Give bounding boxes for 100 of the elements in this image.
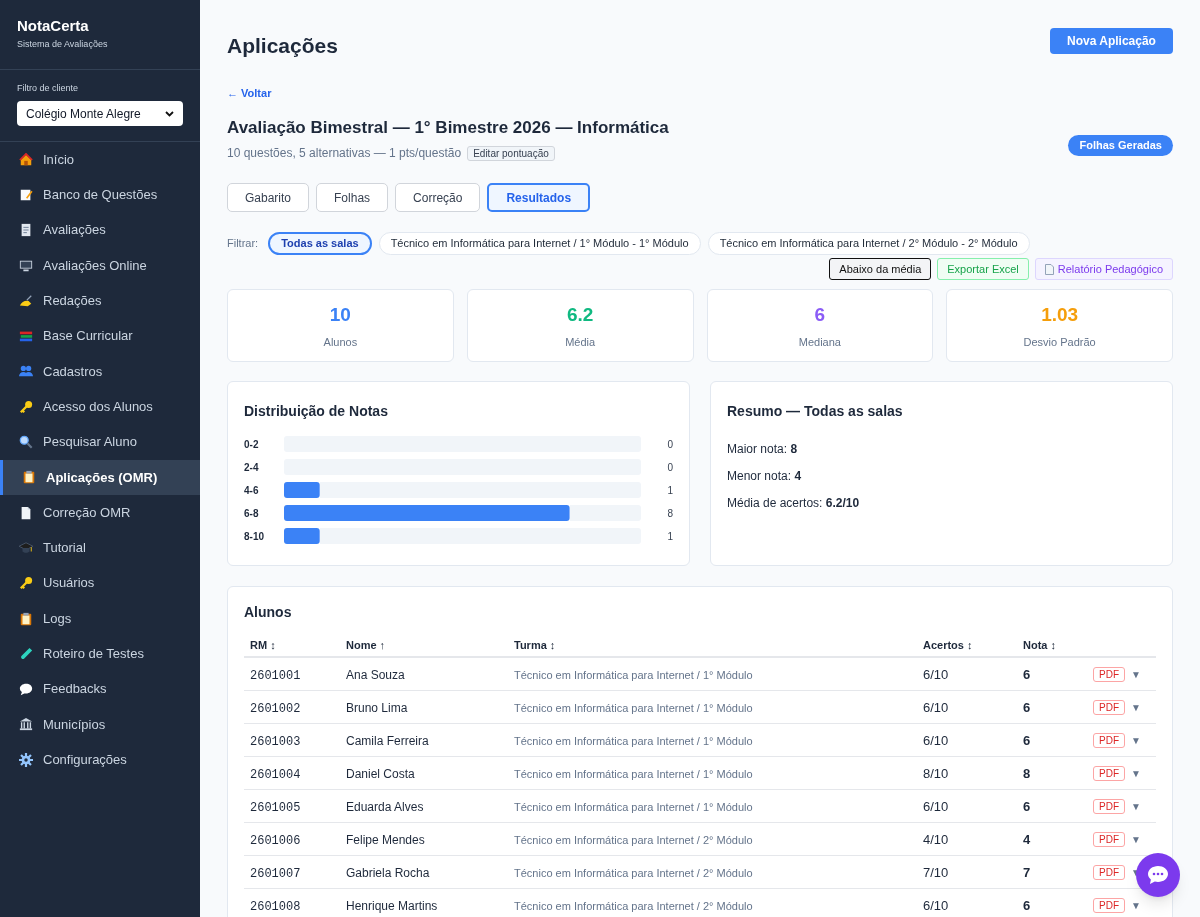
table-cell: 6	[1023, 700, 1031, 715]
sidebar-item[interactable]: Usuários	[0, 565, 200, 601]
table-cell: Técnico em Informática para Internet / 1° Módulo	[514, 702, 753, 714]
table-cell: 2601003	[250, 735, 301, 749]
tab[interactable]: Resultados	[487, 183, 591, 212]
back-link[interactable]: ← Voltar	[227, 84, 272, 101]
table-cell: 8/10	[923, 766, 949, 781]
table-cell: Felipe Mendes	[346, 833, 425, 847]
sidebar-item[interactable]: Feedbacks	[0, 671, 200, 707]
sidebar-item[interactable]: Roteiro de Testes	[0, 636, 200, 672]
stat-label: Desvio Padrão	[1023, 334, 1096, 350]
pdf-button[interactable]: PDF	[1093, 831, 1125, 847]
app-subtitle: Sistema de Avaliações	[17, 38, 109, 51]
gear-icon	[19, 752, 33, 767]
table-cell: 2601001	[250, 669, 301, 683]
pdf-button[interactable]: PDF	[1093, 864, 1125, 880]
books-icon	[19, 329, 33, 344]
pdf-button[interactable]: PDF	[1093, 699, 1125, 715]
column-header[interactable]: Turma ↕	[514, 638, 556, 651]
card-title: Alunos	[244, 603, 293, 622]
people-icon	[19, 364, 33, 379]
sidebar-item[interactable]: Correção OMR	[0, 494, 200, 531]
sidebar-item[interactable]: Configurações	[0, 742, 200, 778]
table-cell: 2601008	[250, 900, 301, 914]
edit-score-button[interactable]: Editar pontuação	[467, 145, 555, 161]
pdf-button[interactable]: PDF	[1093, 666, 1125, 682]
summary-line: Maior nota: 8	[727, 441, 799, 458]
sidebar-item[interactable]: Logs	[0, 600, 200, 637]
table-cell: 8	[1023, 766, 1031, 781]
table-cell: Técnico em Informática para Internet / 1° Módulo	[514, 735, 753, 747]
tab[interactable]: Folhas	[316, 183, 389, 212]
document-icon	[19, 223, 33, 238]
sidebar-item[interactable]: Tutorial	[0, 530, 200, 566]
sidebar-item[interactable]: Redações	[0, 283, 200, 319]
sidebar-item[interactable]: Avaliações	[0, 212, 200, 248]
new-application-button[interactable]: Nova Aplicação	[1050, 28, 1173, 54]
sidebar-item[interactable]: Aplicações (OMR)	[0, 459, 200, 495]
sidebar-item[interactable]: Pesquisar Aluno	[0, 424, 200, 460]
table-cell: 6/10	[923, 733, 949, 748]
table-cell: Bruno Lima	[346, 701, 408, 715]
bar	[284, 482, 320, 498]
dropdown-toggle[interactable]: ▼	[1131, 765, 1141, 781]
dropdown-toggle[interactable]: ▼	[1131, 831, 1141, 847]
sidebar-item[interactable]: Início	[0, 142, 200, 178]
table-cell: 2601006	[250, 834, 301, 848]
dropdown-toggle[interactable]: ▼	[1131, 732, 1141, 748]
sidebar-item[interactable]: Municípios	[0, 706, 200, 743]
client-select[interactable]: Colégio Monte Alegre	[17, 101, 183, 126]
table-cell: Eduarda Alves	[346, 800, 424, 814]
key-icon	[19, 399, 33, 414]
dropdown-toggle[interactable]: ▼	[1131, 798, 1141, 814]
table-cell: 6	[1023, 667, 1031, 682]
pdf-button[interactable]: PDF	[1093, 798, 1125, 814]
tab[interactable]: Correção	[395, 183, 481, 212]
sidebar-item[interactable]: Banco de Questões	[0, 177, 200, 213]
dropdown-toggle[interactable]: ▼	[1131, 699, 1141, 715]
filter-chip[interactable]: Técnico em Informática para Internet / 2° Módulo - 2° Módulo	[707, 232, 1030, 255]
filter-chip[interactable]: Todas as salas	[268, 232, 372, 255]
sidebar-item[interactable]: Base Curricular	[0, 318, 200, 354]
table-cell: Ana Souza	[346, 668, 405, 682]
graduation-cap-icon	[19, 540, 33, 555]
dropdown-toggle[interactable]: ▼	[1131, 897, 1141, 913]
summary-line: Menor nota: 4	[727, 468, 803, 485]
pdf-button[interactable]: PDF	[1093, 732, 1125, 748]
sidebar-item[interactable]: Cadastros	[0, 353, 200, 390]
stat-label: Média	[565, 334, 596, 350]
report-button[interactable]: Relatório Pedagógico	[1034, 258, 1173, 280]
summary-line: Média de acertos: 6.2/10	[727, 495, 861, 512]
filter-label: Filtro de cliente	[17, 81, 80, 95]
dropdown-toggle[interactable]: ▼	[1131, 666, 1141, 682]
stat-value: 6	[814, 303, 826, 327]
filter-button[interactable]: Abaixo da média	[829, 258, 932, 280]
table-cell: 2601002	[250, 702, 301, 716]
sidebar-item[interactable]: Acesso dos Alunos	[0, 389, 200, 425]
bin-label: 6-8	[244, 508, 259, 519]
filter-chip[interactable]: Técnico em Informática para Internet / 1° Módulo - 1° Módulo	[378, 232, 701, 255]
column-header[interactable]: RM ↕	[250, 638, 276, 651]
stat-value: 10	[329, 303, 351, 327]
card-title: Resumo — Todas as salas	[727, 402, 904, 421]
tab[interactable]: Gabarito	[227, 183, 310, 212]
table-cell: Técnico em Informática para Internet / 1° Módulo	[514, 768, 753, 780]
column-header[interactable]: Acertos ↕	[923, 638, 973, 651]
table-cell: 6/10	[923, 667, 949, 682]
table-cell: Técnico em Informática para Internet / 1° Módulo	[514, 669, 753, 681]
status-badge: Folhas Geradas	[1068, 134, 1173, 156]
clipboard-icon	[19, 611, 33, 626]
pdf-button[interactable]: PDF	[1093, 897, 1125, 913]
chevron-down-icon	[165, 110, 174, 117]
column-header[interactable]: Nota ↕	[1023, 638, 1056, 651]
table-cell: Camila Ferreira	[346, 734, 429, 748]
sidebar-item[interactable]: Avaliações Online	[0, 247, 200, 284]
table-cell: 7/10	[923, 865, 949, 880]
table-cell: 4/10	[923, 832, 949, 847]
pdf-button[interactable]: PDF	[1093, 765, 1125, 781]
bar-value: 0	[667, 439, 673, 450]
key-icon	[19, 576, 33, 591]
bar-value: 1	[667, 485, 673, 496]
table-cell: 2601005	[250, 801, 301, 815]
table-cell: 6/10	[923, 898, 949, 913]
column-header[interactable]: Nome ↑	[346, 638, 386, 651]
